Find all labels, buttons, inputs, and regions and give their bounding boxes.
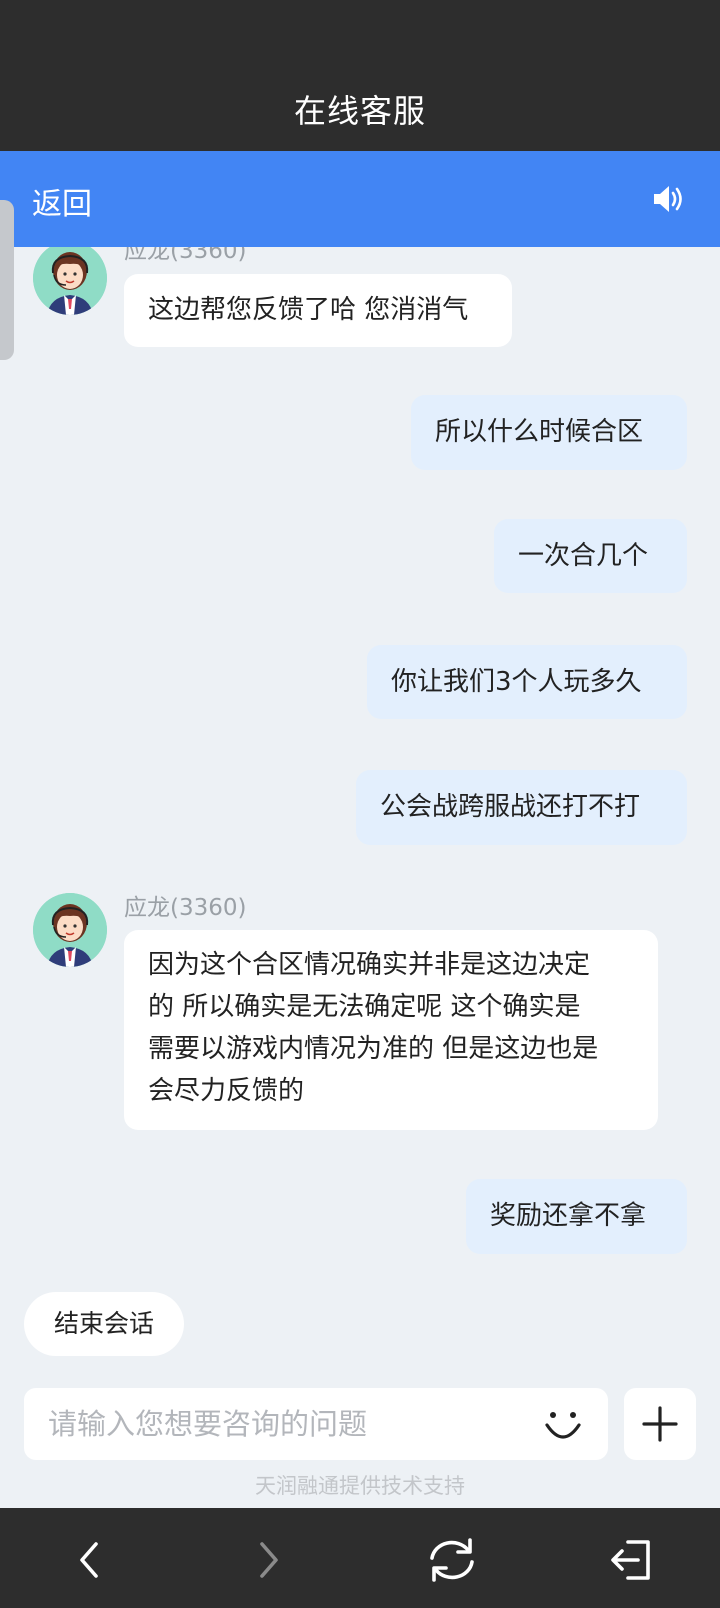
message-text: 一次合几个 (518, 541, 649, 571)
emoji-icon[interactable] (542, 1404, 584, 1446)
agent-avatar (33, 247, 107, 315)
end-session-button[interactable]: 结束会话 (24, 1292, 184, 1356)
message-text: 你让我们3个人玩多久 (391, 667, 642, 697)
user-message: 所以什么时候合区 (411, 395, 687, 470)
user-message: 公会战跨服战还打不打 (356, 770, 687, 845)
message-text: 奖励还拿不拿 (490, 1201, 647, 1231)
exit-icon[interactable] (608, 1536, 656, 1584)
agent-name: 应龙(3360) (124, 895, 247, 921)
page-title: 在线客服 (293, 92, 426, 130)
agent-message: 因为这个合区情况确实并非是这边决定 的 所以确实是无法确定呢 这个确实是 需要以… (124, 930, 658, 1130)
chat-area[interactable]: 应龙(3360) 这边帮您反馈了哈 您消消气 所以什么时候合区 一次合几个 你让… (0, 247, 720, 1377)
user-message: 奖励还拿不拿 (466, 1179, 687, 1254)
plus-icon (642, 1406, 678, 1442)
agent-message: 这边帮您反馈了哈 您消消气 (124, 274, 512, 347)
user-message: 你让我们3个人玩多久 (367, 645, 687, 719)
powered-by-text: 天润融通提供技术支持 (255, 1474, 465, 1498)
message-text: 公会战跨服战还打不打 (380, 792, 641, 822)
back-button[interactable]: 返回 (32, 179, 92, 223)
message-text: 的 所以确实是无法确定呢 这个确实是 (148, 992, 581, 1022)
title-bar: 在线客服 (0, 0, 720, 151)
speaker-icon[interactable] (650, 181, 686, 217)
user-message: 一次合几个 (494, 519, 687, 593)
message-text: 需要以游戏内情况为准的 但是这边也是 (148, 1034, 599, 1064)
bottom-navigation (0, 1508, 720, 1608)
message-input-box (24, 1388, 608, 1460)
message-text: 所以什么时候合区 (435, 417, 644, 447)
agent-avatar (33, 893, 107, 967)
nav-bar: 返回 (0, 151, 720, 247)
agent-name: 应龙(3360) (124, 247, 247, 264)
refresh-icon[interactable] (424, 1536, 480, 1584)
message-text: 因为这个合区情况确实并非是这边决定 (148, 950, 591, 980)
back-arrow-icon[interactable] (68, 1538, 112, 1582)
message-text: 这边帮您反馈了哈 您消消气 (148, 295, 469, 325)
side-drawer-handle[interactable] (0, 200, 14, 360)
forward-arrow-icon[interactable] (246, 1538, 290, 1582)
message-text: 会尽力反馈的 (148, 1076, 305, 1106)
attach-button[interactable] (624, 1388, 696, 1460)
message-input[interactable] (48, 1388, 518, 1460)
